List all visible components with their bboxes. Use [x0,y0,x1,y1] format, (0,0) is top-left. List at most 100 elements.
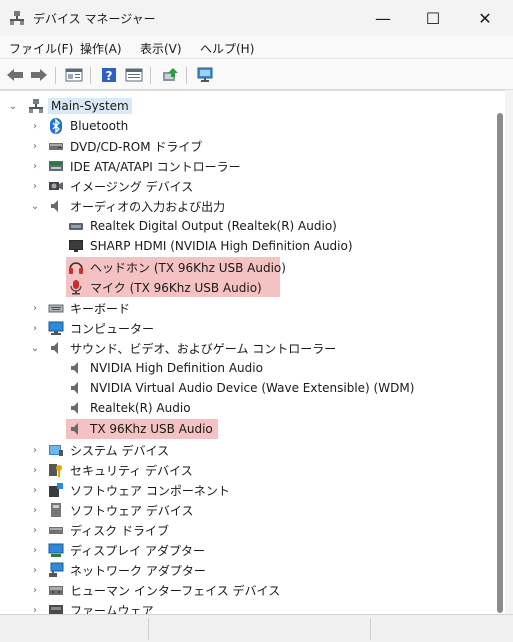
scan-hardware-button[interactable] [195,65,215,85]
security-key-icon [48,462,64,478]
toolbar: ? [0,58,513,90]
chevron-right-icon[interactable]: › [30,520,40,540]
tree-root-label: Main-System [48,98,132,114]
tree-category-dvd[interactable]: › DVD/CD-ROM ドライブ [30,136,206,156]
tree-item-label: Realtek(R) Audio [90,401,191,415]
chevron-right-icon[interactable]: › [30,600,40,615]
status-bar [0,614,513,642]
update-driver-button[interactable] [160,65,180,85]
tree-item-label: サウンド、ビデオ、およびゲーム コントローラー [70,341,337,356]
chevron-right-icon[interactable]: › [30,156,40,176]
view-button[interactable] [124,65,144,85]
tree-item-label: ネットワーク アダプター [70,563,206,578]
chevron-right-icon[interactable]: › [30,580,40,600]
tree-root[interactable]: ⌄ Main-System [8,96,132,116]
tree-device-realtek-digital-output[interactable]: Realtek Digital Output (Realtek(R) Audio… [68,216,341,236]
tree-item-label: セキュリティ デバイス [70,463,193,478]
tree-category-hid[interactable]: › ヒューマン インターフェイス デバイス [30,580,284,600]
view-icon [125,68,143,82]
network-adapter-icon [48,562,64,578]
chevron-right-icon[interactable]: › [30,480,40,500]
menu-help[interactable]: ヘルプ(H) [200,40,254,57]
tree-device-nvidia-virtual-audio[interactable]: NVIDIA Virtual Audio Device (Wave Extens… [68,378,418,398]
speaker-icon [68,360,84,376]
monitor-icon [68,238,84,254]
tree-item-label: SHARP HDMI (NVIDIA High Definition Audio… [90,239,353,253]
device-manager-icon [9,10,25,26]
tree-device-microphone[interactable]: マイク (TX 96Khz USB Audio) [66,277,280,297]
chevron-right-icon[interactable]: › [30,318,40,338]
back-button[interactable] [5,65,25,85]
toolbar-separator [150,67,151,84]
chevron-right-icon[interactable]: › [30,116,40,136]
help-button[interactable]: ? [99,65,119,85]
software-component-icon [48,482,64,498]
tree-device-headphones[interactable]: ヘッドホン (TX 96Khz USB Audio) [66,257,286,277]
tree-category-sound-video[interactable]: ⌄ サウンド、ビデオ、およびゲーム コントローラー [30,338,340,358]
tree-category-firmware[interactable]: › ファームウェア [30,600,158,614]
forward-button[interactable] [29,65,49,85]
tree-item-label: ソフトウェア デバイス [70,503,194,518]
tree-category-ide[interactable]: › IDE ATA/ATAPI コントローラー [30,156,245,176]
microphone-icon [68,279,84,295]
help-icon: ? [102,68,116,83]
firmware-icon [48,602,64,614]
menu-action[interactable]: 操作(A) [80,40,122,57]
tree-device-tx-usb-audio[interactable]: TX 96Khz USB Audio [66,419,218,439]
chevron-right-icon[interactable]: › [30,560,40,580]
tree-device-realtek-audio[interactable]: Realtek(R) Audio [68,398,195,418]
camera-icon [48,178,64,194]
tree-item-label: NVIDIA High Definition Audio [90,361,263,375]
speaker-icon [48,198,64,214]
chevron-right-icon[interactable]: › [30,460,40,480]
chevron-down-icon[interactable]: ⌄ [30,338,40,358]
tree-category-security-devices[interactable]: › セキュリティ デバイス [30,460,197,480]
tree-category-computer[interactable]: › コンピューター [30,318,158,338]
dvd-drive-icon [48,138,64,154]
chevron-right-icon[interactable]: › [30,500,40,520]
tree-item-label: ファームウェア [70,603,154,615]
chevron-right-icon[interactable]: › [30,176,40,196]
audio-output-icon [68,218,84,234]
tree-item-label: Bluetooth [70,119,129,133]
forward-icon [31,69,47,81]
speaker-icon [68,400,84,416]
tree-item-label: ヘッドホン (TX 96Khz USB Audio) [90,260,286,275]
tree-item-label: システム デバイス [70,443,170,458]
chevron-right-icon[interactable]: › [30,540,40,560]
tree-device-nvidia-hd-audio[interactable]: NVIDIA High Definition Audio [68,358,267,378]
tree-category-keyboard[interactable]: › キーボード [30,298,134,318]
chevron-right-icon[interactable]: › [30,440,40,460]
disk-drive-icon [48,522,64,538]
tree-category-software-devices[interactable]: › ソフトウェア デバイス [30,500,197,520]
tree-category-display-adapters[interactable]: › ディスプレイ アダプター [30,540,209,560]
minimize-icon: — [375,8,391,28]
window-title: デバイス マネージャー [33,12,156,26]
chevron-right-icon[interactable]: › [30,136,40,156]
menu-view[interactable]: 表示(V) [140,40,182,57]
tree-item-label: ディスプレイ アダプター [70,543,205,558]
chevron-down-icon[interactable]: ⌄ [8,96,18,116]
tree-category-disk-drives[interactable]: › ディスク ドライブ [30,520,173,540]
maximize-button[interactable]: ☐ [410,0,456,36]
device-tree: ⌄ Main-System › Bluetooth › DVD/CD-ROM ド… [0,90,505,614]
properties-button[interactable] [64,65,84,85]
tree-category-network-adapters[interactable]: › ネットワーク アダプター [30,560,210,580]
minimize-button[interactable]: — [360,0,406,36]
tree-category-system-devices[interactable]: › システム デバイス [30,440,173,460]
tree-category-software-components[interactable]: › ソフトウェア コンポーネント [30,480,234,500]
display-adapter-icon [48,542,64,558]
tree-category-bluetooth[interactable]: › Bluetooth [30,116,132,136]
tree-device-sharp-hdmi[interactable]: SHARP HDMI (NVIDIA High Definition Audio… [68,236,357,256]
properties-icon [65,68,83,82]
tree-category-imaging[interactable]: › イメージング デバイス [30,176,197,196]
vertical-scrollbar[interactable] [495,91,505,614]
toolbar-separator [55,67,56,84]
menu-file[interactable]: ファイル(F) [9,40,73,57]
scrollbar-thumb[interactable] [497,113,503,613]
tree-category-audio-io[interactable]: ⌄ オーディオの入力および出力 [30,196,229,216]
chevron-down-icon[interactable]: ⌄ [30,196,40,216]
close-button[interactable]: ✕ [462,0,508,36]
tree-item-label: Realtek Digital Output (Realtek(R) Audio… [90,219,337,233]
chevron-right-icon[interactable]: › [30,298,40,318]
